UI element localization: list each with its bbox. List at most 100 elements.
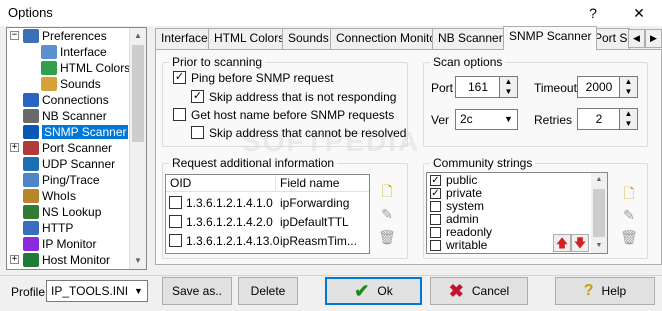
retries-value[interactable]: 2	[578, 109, 620, 129]
tree-item-connections[interactable]: Connections	[23, 92, 109, 108]
community-checkbox[interactable]	[430, 227, 441, 238]
tree-scrollbar[interactable]: ▲ ▼	[129, 28, 146, 269]
tree-item-label: UDP Scanner	[42, 157, 116, 171]
ping-before-snmp-option[interactable]: ✓ Ping before SNMP request	[173, 70, 334, 86]
oid-row-checkbox[interactable]	[169, 196, 182, 209]
tree-item-nb-scanner[interactable]: NB Scanner	[23, 108, 107, 124]
oid-column-header[interactable]: OID	[166, 175, 276, 192]
chevron-down-icon[interactable]: ▼	[130, 281, 147, 300]
collapse-icon[interactable]: −	[10, 31, 19, 40]
tab-sounds[interactable]: Sounds	[282, 28, 335, 49]
tree-scroll-thumb[interactable]	[132, 45, 144, 142]
expand-icon[interactable]: +	[10, 143, 19, 152]
oid-row-checkbox[interactable]	[169, 234, 182, 247]
cancel-button[interactable]: ✖ Cancel	[430, 277, 528, 305]
edit-community-icon[interactable]: ✎	[620, 206, 638, 224]
community-checkbox[interactable]: ✓	[430, 188, 441, 199]
timeout-spin-arrows-icon[interactable]: ▲ ▼	[619, 77, 637, 97]
version-select[interactable]: 2c ▼	[455, 109, 518, 130]
retries-spin-arrows-icon[interactable]: ▲ ▼	[619, 109, 637, 129]
tab-snmp-scanner[interactable]: SNMP Scanner	[503, 26, 598, 50]
oid-row[interactable]: 1.3.6.1.2.1.4.1.0 ipForwarding	[166, 194, 369, 212]
oid-row[interactable]: 1.3.6.1.2.1.4.13.0 ipReasmTim...	[166, 232, 369, 250]
save-as-button[interactable]: Save as..	[162, 277, 232, 305]
oid-row-checkbox[interactable]	[169, 215, 182, 228]
scroll-up-arrow-icon[interactable]: ▲	[130, 28, 146, 44]
tree-item-label: Port Scanner	[42, 141, 113, 155]
port-spin-arrows-icon[interactable]: ▲ ▼	[499, 77, 517, 97]
tree-item-http[interactable]: HTTP	[23, 220, 73, 236]
community-scroll-down-icon[interactable]: ▼	[591, 239, 607, 253]
help-button[interactable]: ? Help	[555, 277, 655, 305]
retries-label: Retries	[534, 113, 573, 127]
tree-item-label: NS Lookup	[42, 205, 102, 219]
skip-not-responding-label: Skip address that is not responding	[209, 90, 397, 104]
community-list[interactable]: ✓ public ✓ private system admin readonly writab…	[426, 172, 608, 254]
tree-item-udp-scanner[interactable]: UDP Scanner	[23, 156, 115, 172]
community-checkbox[interactable]	[430, 240, 441, 251]
profile-select[interactable]: IP_TOOLS.INI ▼	[46, 280, 148, 302]
port-scanner-icon	[23, 140, 39, 155]
ping-checkbox[interactable]: ✓	[173, 71, 186, 85]
chevron-down-icon[interactable]: ▼	[500, 110, 517, 129]
close-window-button[interactable]: ✕	[624, 2, 654, 24]
skip-not-responding-checkbox[interactable]: ✓	[191, 90, 204, 104]
get-host-name-option[interactable]: Get host name before SNMP requests	[173, 107, 394, 123]
new-oid-icon[interactable]: 🗋	[378, 182, 396, 200]
skip-unresolved-checkbox[interactable]	[191, 126, 204, 140]
get-host-name-checkbox[interactable]	[173, 108, 186, 122]
community-scrollbar[interactable]: ▲ ▼	[591, 173, 607, 253]
scroll-down-arrow-icon[interactable]: ▼	[130, 253, 146, 269]
tab-scroll-right-button[interactable]: ▶	[645, 29, 662, 48]
ok-button[interactable]: ✔ Ok	[325, 277, 422, 305]
timeout-spinner[interactable]: 2000 ▲ ▼	[577, 76, 638, 98]
move-down-arrow-icon[interactable]: 🡇	[571, 234, 589, 252]
field-name-column-header[interactable]: Field name	[276, 175, 369, 192]
tree-item-label: HTML Colors	[60, 61, 131, 75]
community-checkbox[interactable]	[430, 201, 441, 212]
tab-nb-scanner[interactable]: NB Scanner	[432, 28, 509, 49]
cancel-x-icon: ✖	[448, 280, 464, 301]
tab-html-colors[interactable]: HTML Colors	[208, 28, 291, 49]
oid-list[interactable]: OID Field name 1.3.6.1.2.1.4.1.0 ipForwar…	[165, 174, 370, 254]
delete-community-trash-icon[interactable]: 🗑	[620, 228, 638, 246]
move-up-arrow-icon[interactable]: 🡅	[553, 234, 571, 252]
tree-item-ns-lookup[interactable]: NS Lookup	[23, 204, 101, 220]
tree-item-label: Connections	[42, 93, 109, 107]
tab-interface[interactable]: Interface	[155, 28, 214, 49]
tree-item-preferences[interactable]: Preferences	[23, 28, 107, 44]
tab-connection-monitor[interactable]: Connection Monitor	[330, 28, 447, 49]
tree-item-sounds[interactable]: Sounds	[41, 76, 101, 92]
community-scroll-up-icon[interactable]: ▲	[591, 173, 607, 187]
port-spinner[interactable]: 161 ▲ ▼	[455, 76, 518, 98]
port-value[interactable]: 161	[456, 77, 500, 97]
interface-icon	[41, 44, 57, 59]
options-tree[interactable]: Preferences − Interface HTML Colors Sounds Co…	[6, 27, 147, 270]
expand-icon[interactable]: +	[10, 255, 19, 264]
tree-item-snmp-scanner[interactable]: SNMP Scanner	[23, 124, 129, 140]
retries-spinner[interactable]: 2 ▲ ▼	[577, 108, 638, 130]
skip-unresolved-option[interactable]: Skip address that cannot be resolved	[191, 125, 406, 141]
tree-item-host-monitor[interactable]: Host Monitor	[23, 252, 110, 268]
tree-item-interface[interactable]: Interface	[41, 44, 107, 60]
community-scroll-thumb[interactable]	[593, 189, 605, 237]
tree-item-label: Host Monitor	[42, 253, 111, 267]
tree-item-port-scanner[interactable]: Port Scanner	[23, 140, 112, 156]
tree-item-ip-monitor[interactable]: IP Monitor	[23, 236, 96, 252]
tree-item-label: HTTP	[42, 221, 74, 235]
delete-oid-trash-icon[interactable]: 🗑	[378, 228, 396, 246]
help-title-button[interactable]: ?	[578, 2, 608, 24]
oid-row[interactable]: 1.3.6.1.2.1.4.2.0 ipDefaultTTL	[166, 213, 369, 231]
tree-item-whois[interactable]: WhoIs	[23, 188, 76, 204]
delete-profile-button[interactable]: Delete	[238, 277, 298, 305]
tab-scroll-left-button[interactable]: ◀	[628, 29, 645, 48]
new-community-icon[interactable]: 🗋	[620, 184, 638, 202]
skip-not-responding-option[interactable]: ✓ Skip address that is not responding	[191, 89, 396, 105]
timeout-value[interactable]: 2000	[578, 77, 620, 97]
tree-item-ping-trace[interactable]: Ping/Trace	[23, 172, 100, 188]
tree-item-html-colors[interactable]: HTML Colors	[41, 60, 130, 76]
community-checkbox[interactable]: ✓	[430, 175, 441, 186]
ver-label: Ver	[431, 113, 450, 127]
community-checkbox[interactable]	[430, 214, 441, 225]
edit-oid-icon[interactable]: ✎	[378, 205, 396, 223]
